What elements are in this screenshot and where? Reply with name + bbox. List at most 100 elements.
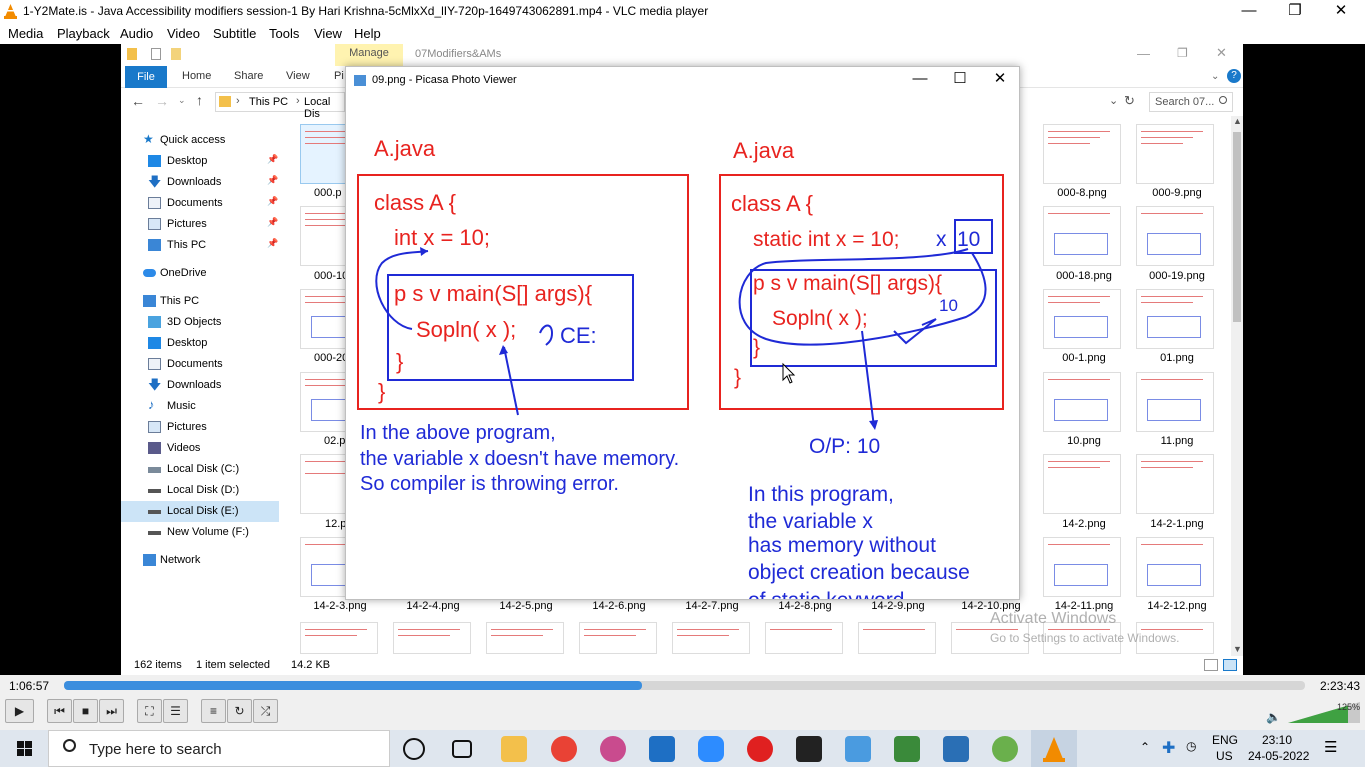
nav-quick-access[interactable]: ★ Quick access [121, 130, 279, 151]
language-code[interactable]: ENG [1212, 733, 1238, 747]
thumbnail[interactable] [1043, 372, 1121, 432]
properties-icon[interactable] [151, 48, 161, 60]
start-button[interactable] [0, 730, 48, 767]
close-button[interactable]: ✕ [1318, 0, 1364, 23]
menu-subtitle[interactable]: Subtitle [213, 26, 256, 41]
tab-home[interactable]: Home [182, 70, 211, 82]
playlist-icon[interactable]: ≡ [201, 699, 226, 723]
nav-downloads[interactable]: 🡇 Downloads [121, 375, 279, 396]
zoom-taskbar-icon[interactable] [698, 736, 724, 762]
restore-button[interactable]: ❐ [1272, 0, 1318, 23]
thumbnail[interactable] [300, 622, 378, 654]
menu-view[interactable]: View [314, 26, 342, 41]
up-arrow-icon[interactable]: ↑ [196, 92, 203, 108]
nav-local-disk-d[interactable]: Local Disk (D:) [121, 480, 279, 501]
menu-help[interactable]: Help [354, 26, 381, 41]
tab-share[interactable]: Share [234, 70, 263, 82]
picasa-maximize-button[interactable]: ☐ [940, 70, 980, 90]
stop-icon[interactable]: ■ [73, 699, 98, 723]
thumbnail[interactable] [486, 622, 564, 654]
scroll-up-icon[interactable]: ▲ [1233, 116, 1242, 126]
picasa-minimize-button[interactable]: — [900, 70, 940, 90]
breadcrumb-this-pc[interactable]: This PC [249, 96, 288, 108]
thumbnail[interactable] [393, 622, 471, 654]
details-view-icon[interactable] [1204, 659, 1218, 671]
store-taskbar-icon[interactable] [649, 736, 675, 762]
snipping-tool-taskbar-icon[interactable] [600, 736, 626, 762]
nav-pictures[interactable]: Pictures [121, 417, 279, 438]
nav-3d-objects[interactable]: 3D Objects [121, 312, 279, 333]
taskbar-search-box[interactable]: Type here to search [48, 730, 390, 767]
help-icon[interactable]: ? [1227, 69, 1241, 83]
pin-icon[interactable]: 📌 [267, 154, 278, 165]
thumbnail[interactable] [672, 622, 750, 654]
loop-icon[interactable]: ↻ [227, 699, 252, 723]
vlc-taskbar-item[interactable] [1031, 730, 1077, 767]
cortana-icon[interactable] [403, 738, 425, 760]
tab-view[interactable]: View [286, 70, 310, 82]
fullscreen-icon[interactable]: ⛶ [137, 699, 162, 723]
nav-documents[interactable]: Documents [121, 354, 279, 375]
nav-new-volume-f[interactable]: New Volume (F:) [121, 522, 279, 543]
scroll-down-icon[interactable]: ▼ [1233, 644, 1242, 654]
thumbnail[interactable] [1043, 206, 1121, 266]
clock-time[interactable]: 23:10 [1262, 733, 1292, 747]
thumbnail[interactable] [1136, 372, 1214, 432]
tray-chevron-icon[interactable]: ⌃ [1140, 740, 1150, 754]
breadcrumb-local-disk[interactable]: Local Dis [304, 96, 344, 120]
nav-this-pc[interactable]: This PC [121, 291, 279, 312]
thumbnail[interactable] [765, 622, 843, 654]
nav-videos[interactable]: Videos [121, 438, 279, 459]
menu-tools[interactable]: Tools [269, 26, 299, 41]
minimize-button[interactable]: — [1226, 0, 1272, 23]
menu-playback[interactable]: Playback [57, 26, 110, 41]
pin-icon[interactable]: 📌 [267, 217, 278, 228]
back-arrow-icon[interactable]: ← [131, 93, 145, 109]
thumbnail[interactable] [858, 622, 936, 654]
refresh-icon[interactable]: ↻ [1124, 93, 1135, 109]
language-region[interactable]: US [1216, 749, 1233, 763]
new-folder-icon[interactable] [171, 48, 181, 60]
explorer-maximize-button[interactable]: ❐ [1177, 46, 1188, 60]
thumbnail[interactable] [579, 622, 657, 654]
nav-music[interactable]: ♪ Music [121, 396, 279, 417]
nav-local-disk-e[interactable]: Local Disk (E:) [121, 501, 279, 522]
video-area[interactable]: Manage 07Modifiers&AMs — ❐ ✕ File Home S… [0, 44, 1365, 675]
tray-app-icon[interactable]: ✚ [1162, 738, 1175, 758]
menu-video[interactable]: Video [167, 26, 200, 41]
thumbnail[interactable] [1136, 454, 1214, 514]
thumbnail[interactable] [1136, 206, 1214, 266]
file-explorer-taskbar-icon[interactable] [501, 736, 527, 762]
recent-locations-icon[interactable]: ⌄ [178, 95, 186, 106]
thumbnail[interactable] [1043, 289, 1121, 349]
thumbnail[interactable] [1136, 124, 1214, 184]
picasa-close-button[interactable]: ✕ [980, 70, 1020, 90]
pin-icon[interactable]: 📌 [267, 196, 278, 207]
forward-arrow-icon[interactable]: → [155, 93, 169, 109]
address-dropdown-icon[interactable]: ⌄ [1109, 94, 1118, 107]
photos-taskbar-icon[interactable] [943, 736, 969, 762]
clock-date[interactable]: 24-05-2022 [1248, 749, 1309, 763]
nav-onedrive[interactable]: OneDrive [121, 263, 279, 284]
nav-quick-desktop[interactable]: Desktop 📌 [121, 151, 279, 172]
scrollbar-thumb[interactable] [1233, 132, 1241, 322]
app-taskbar-icon[interactable] [845, 736, 871, 762]
spreadsheet-taskbar-icon[interactable] [894, 736, 920, 762]
nav-quick-this-pc[interactable]: This PC 📌 [121, 235, 279, 256]
thumbnail[interactable] [1136, 537, 1214, 597]
seek-bar[interactable] [64, 681, 1305, 690]
nav-quick-downloads[interactable]: 🡇 Downloads 📌 [121, 172, 279, 193]
pin-icon[interactable]: 📌 [267, 238, 278, 249]
explorer-minimize-button[interactable]: — [1137, 46, 1150, 61]
thumbnail[interactable] [1136, 289, 1214, 349]
nav-quick-documents[interactable]: Documents 📌 [121, 193, 279, 214]
tab-picture-tools[interactable]: Pi [334, 70, 344, 82]
nav-desktop[interactable]: Desktop [121, 333, 279, 354]
nav-network[interactable]: Network [121, 550, 279, 571]
large-icons-view-icon[interactable] [1223, 659, 1237, 671]
thumbnail[interactable] [1043, 124, 1121, 184]
notes-taskbar-icon[interactable] [796, 736, 822, 762]
wifi-icon[interactable]: ◷ [1186, 739, 1196, 753]
green-app-taskbar-icon[interactable] [992, 736, 1018, 762]
speaker-icon[interactable]: 🔈 [1266, 710, 1281, 724]
